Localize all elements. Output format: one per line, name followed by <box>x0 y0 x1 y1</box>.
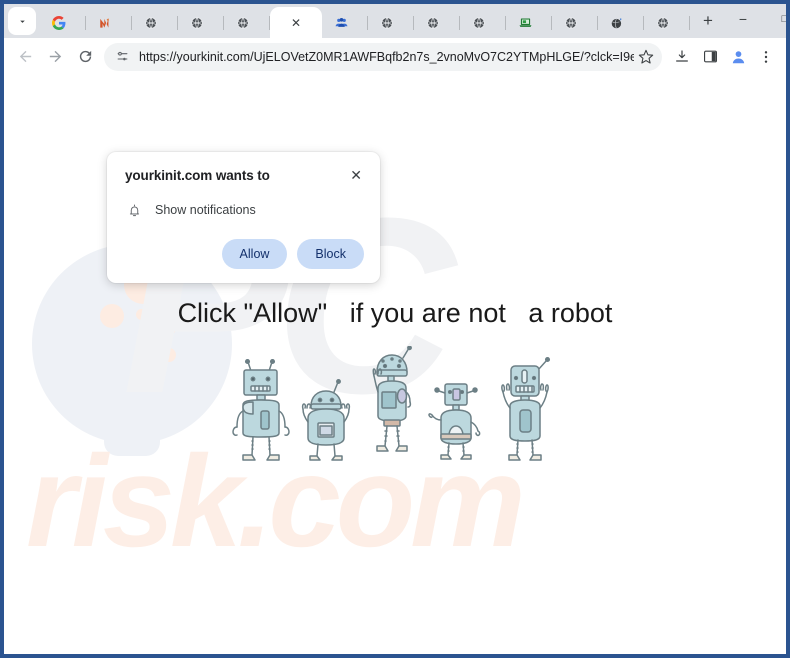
block-button[interactable]: Block <box>297 239 364 269</box>
notification-permission-dialog: yourkinit.com wants to ✕ Show notificati… <box>107 152 380 283</box>
arrow-right-icon <box>49 50 61 63</box>
globe-favicon <box>381 16 393 29</box>
dialog-header: yourkinit.com wants to ✕ <box>125 168 364 183</box>
robots-illustration <box>4 344 786 464</box>
browser-tab[interactable] <box>644 7 690 38</box>
page-viewport: PC risk.com Click "Allow" if you are not… <box>4 76 786 648</box>
google-favicon <box>52 15 66 30</box>
back-button[interactable] <box>10 42 40 72</box>
globe-favicon <box>145 16 157 29</box>
bell-icon-glyph <box>129 204 139 216</box>
reload-button[interactable] <box>70 42 100 72</box>
tab-strip: ✕ + − □ ✕ <box>4 4 786 38</box>
globe-favicon <box>471 15 487 31</box>
arrow-left-icon <box>19 50 31 63</box>
address-bar[interactable]: https://yourkinit.com/UjELOVetZ0MR1AWFBq… <box>104 42 662 71</box>
globe-favicon <box>655 15 671 31</box>
chevron-down-icon <box>19 20 25 23</box>
tune-icon[interactable] <box>112 47 132 67</box>
globe-favicon <box>473 16 485 29</box>
globe-favicon <box>379 15 395 31</box>
globe-favicon <box>425 15 441 31</box>
new-tab-button[interactable]: + <box>694 7 722 35</box>
robot-figure <box>232 359 290 461</box>
globe-favicon <box>189 15 205 31</box>
maximize-button[interactable]: □ <box>764 4 789 34</box>
globe-favicon <box>191 16 203 29</box>
bookmark-star-button[interactable] <box>634 45 658 69</box>
tab-search-button[interactable] <box>8 7 36 35</box>
new-tab-label: + <box>703 11 713 30</box>
bell-icon <box>125 201 143 219</box>
robot-figure <box>372 346 412 452</box>
green-laptop-favicon <box>517 15 533 31</box>
orange-n-favicon <box>97 15 113 31</box>
dark-globe-favicon <box>611 17 622 28</box>
profile-button[interactable] <box>724 43 752 71</box>
page-heading: Click "Allow" if you are not a robot <box>177 298 613 328</box>
tab-close-icon[interactable]: ✕ <box>291 17 301 29</box>
download-icon <box>676 49 688 62</box>
google-favicon <box>51 15 67 31</box>
url-text[interactable]: https://yourkinit.com/UjELOVetZ0MR1AWFBq… <box>139 50 634 64</box>
browser-tab[interactable] <box>598 7 644 38</box>
dialog-close-button[interactable]: ✕ <box>348 168 364 182</box>
dialog-title: yourkinit.com wants to <box>125 168 270 183</box>
forward-button[interactable] <box>40 42 70 72</box>
browser-tab[interactable] <box>40 7 86 38</box>
globe-favicon <box>143 15 159 31</box>
minimize-icon: − <box>738 11 748 27</box>
browser-tab[interactable] <box>86 7 132 38</box>
browser-tab[interactable] <box>460 7 506 38</box>
browser-tab[interactable] <box>552 7 598 38</box>
people-group-favicon <box>333 15 349 31</box>
robot-figure <box>301 379 351 461</box>
tab-separator <box>689 16 690 30</box>
browser-tab[interactable] <box>322 7 368 38</box>
orange-n-favicon <box>99 17 109 28</box>
globe-favicon <box>235 15 251 31</box>
browser-tab[interactable] <box>178 7 224 38</box>
star-outline-icon <box>638 49 654 64</box>
browser-tab[interactable] <box>132 7 178 38</box>
download-button[interactable] <box>668 43 696 71</box>
tune-icon-glyph <box>117 51 127 61</box>
browser-tab-active[interactable]: ✕ <box>270 7 322 38</box>
browser-menu-button[interactable] <box>752 43 780 71</box>
globe-favicon <box>563 15 579 31</box>
profile-avatar-icon <box>729 47 747 66</box>
three-dot-menu-icon <box>764 50 768 63</box>
reload-icon <box>79 50 91 63</box>
browser-window: ✕ + − □ ✕ <box>0 0 790 658</box>
green-laptop-favicon <box>519 18 531 27</box>
globe-favicon <box>427 16 439 29</box>
robot-figure <box>428 383 481 460</box>
tabs-container: ✕ <box>40 7 690 38</box>
globe-favicon <box>657 16 669 29</box>
people-group-favicon <box>335 17 347 27</box>
permission-row: Show notifications <box>125 201 364 219</box>
robot-figure <box>501 356 551 461</box>
browser-tab[interactable] <box>506 7 552 38</box>
browser-toolbar: https://yourkinit.com/UjELOVetZ0MR1AWFBq… <box>4 38 786 76</box>
browser-tab[interactable] <box>368 7 414 38</box>
globe-favicon <box>237 16 249 29</box>
globe-favicon <box>565 16 577 29</box>
window-controls: − □ ✕ <box>722 4 789 38</box>
browser-tab[interactable] <box>224 7 270 38</box>
browser-tab[interactable] <box>414 7 460 38</box>
side-panel-button[interactable] <box>696 43 724 71</box>
allow-button[interactable]: Allow <box>221 239 288 269</box>
maximize-icon: □ <box>781 13 789 25</box>
dark-globe-favicon <box>609 15 625 31</box>
side-panel-icon <box>703 50 717 63</box>
dialog-actions: Allow Block <box>125 239 364 269</box>
minimize-button[interactable]: − <box>722 4 764 34</box>
permission-label: Show notifications <box>155 203 256 217</box>
